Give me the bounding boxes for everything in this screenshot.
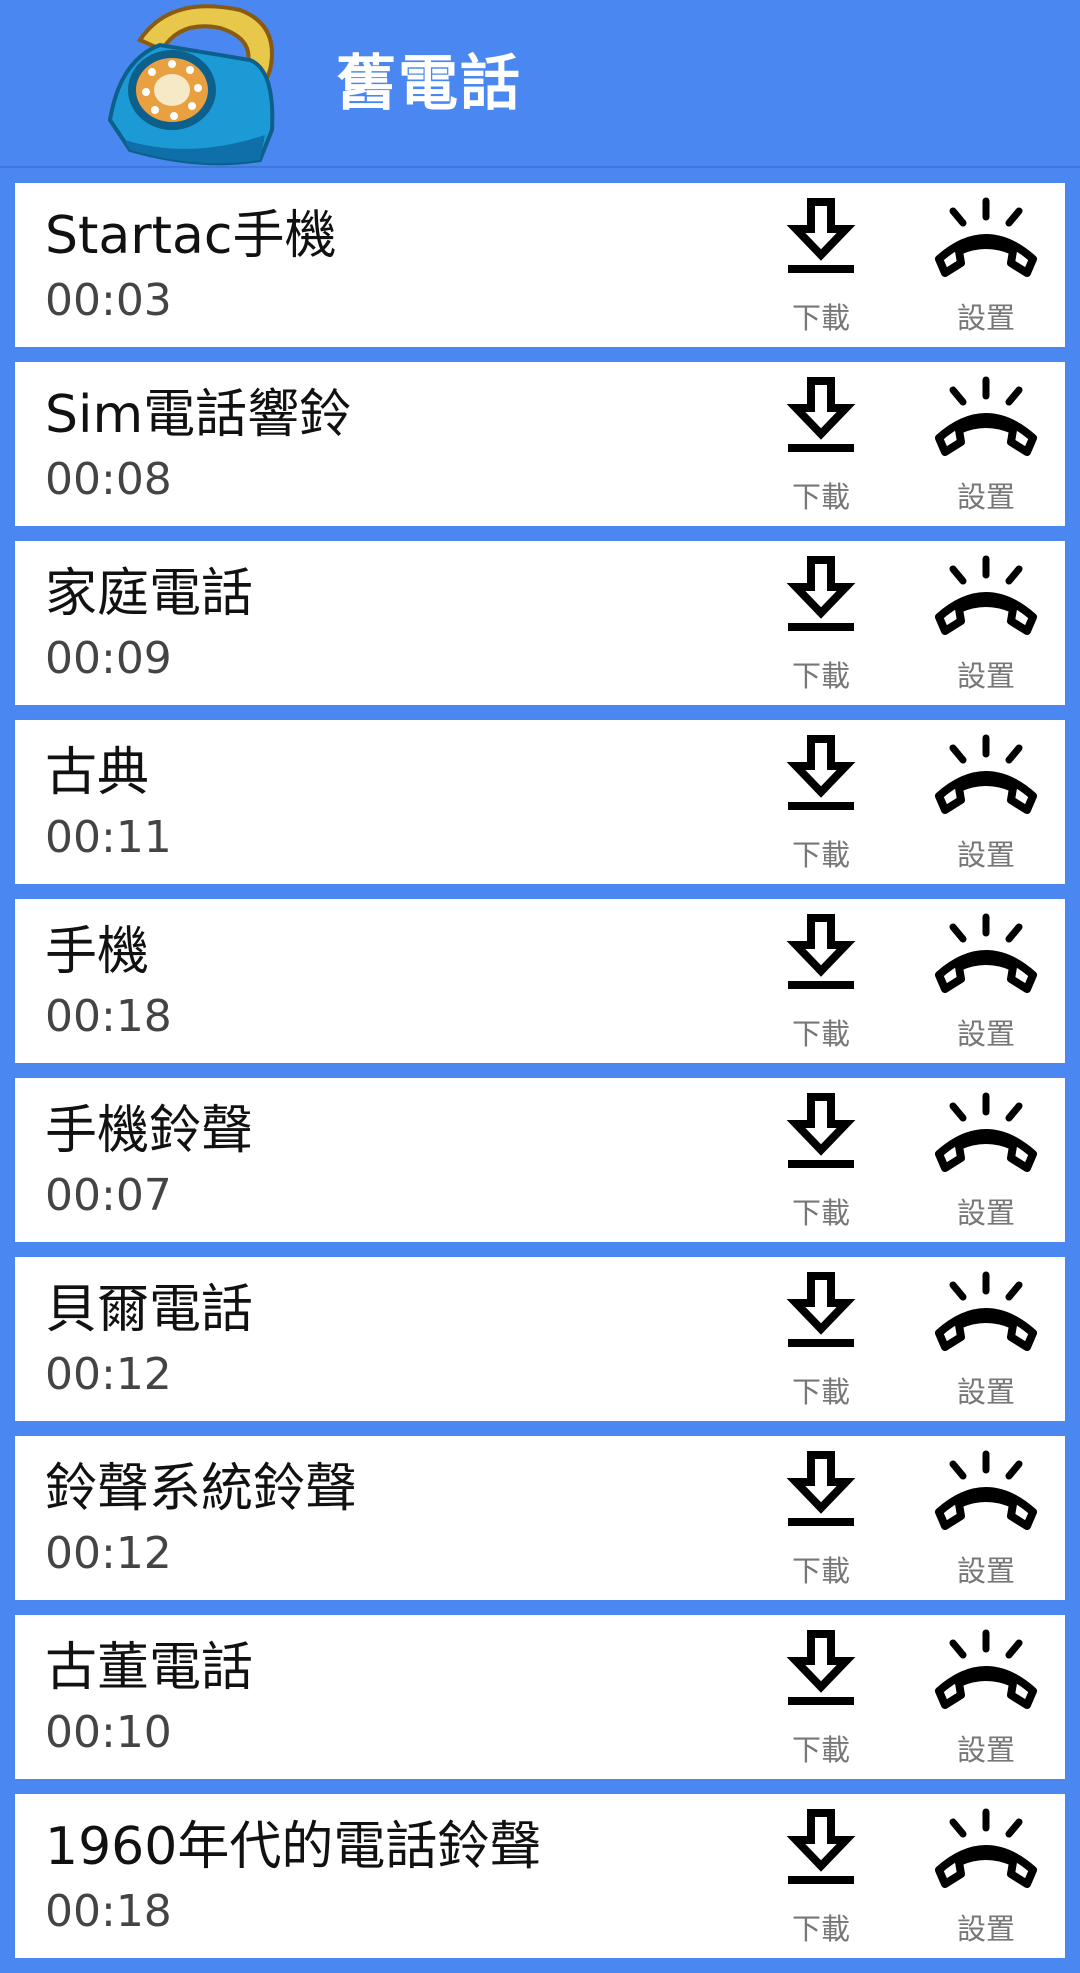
set-label: 設置 — [956, 1733, 1015, 1767]
download-label: 下載 — [791, 1554, 850, 1588]
ringtone-duration: 00:07 — [45, 1170, 172, 1221]
list-item[interactable]: 1960年代的電話鈴聲 00:18 下載 設置 — [15, 1794, 1065, 1958]
set-ringtone-button[interactable]: 設置 — [921, 1078, 1051, 1242]
ringtone-duration: 00:09 — [45, 633, 172, 684]
ringtone-duration: 00:03 — [45, 275, 172, 326]
set-label: 設置 — [956, 1554, 1015, 1588]
list-item[interactable]: 貝爾電話 00:12 下載 設置 — [15, 1257, 1065, 1421]
ringtone-name: 貝爾電話 — [45, 1280, 254, 1340]
list-item[interactable]: 手機鈴聲 00:07 下載 設置 — [15, 1078, 1065, 1242]
set-ringtone-button[interactable]: 設置 — [921, 183, 1051, 347]
download-label: 下載 — [791, 480, 850, 514]
set-label: 設置 — [956, 1196, 1015, 1230]
ringtone-duration: 00:12 — [45, 1349, 172, 1400]
download-icon — [786, 1272, 856, 1347]
set-label: 設置 — [956, 1912, 1015, 1946]
ringing-phone-icon — [935, 734, 1037, 814]
list-item[interactable]: 古董電話 00:10 下載 設置 — [15, 1615, 1065, 1779]
download-icon — [786, 735, 856, 810]
download-button[interactable]: 下載 — [756, 1436, 886, 1600]
set-label: 設置 — [956, 301, 1015, 335]
ringing-phone-icon — [935, 555, 1037, 635]
download-icon — [786, 1093, 856, 1168]
download-button[interactable]: 下載 — [756, 1794, 886, 1958]
set-label: 設置 — [956, 1017, 1015, 1051]
download-label: 下載 — [791, 1912, 850, 1946]
set-ringtone-button[interactable]: 設置 — [921, 1436, 1051, 1600]
ringing-phone-icon — [935, 197, 1037, 277]
set-label: 設置 — [956, 1375, 1015, 1409]
ringtone-name: 1960年代的電話鈴聲 — [45, 1817, 542, 1877]
old-phone-logo-icon — [107, 4, 275, 166]
ringtone-name: Sim電話響鈴 — [45, 385, 352, 445]
page-title: 舊電話 — [336, 49, 522, 119]
download-label: 下載 — [791, 1196, 850, 1230]
set-ringtone-button[interactable]: 設置 — [921, 541, 1051, 705]
ringtone-name: 鈴聲系統鈴聲 — [45, 1459, 358, 1519]
ringtone-duration: 00:18 — [45, 1886, 172, 1937]
list-item[interactable]: 手機 00:18 下載 設置 — [15, 899, 1065, 1063]
download-icon — [786, 1809, 856, 1884]
download-icon — [786, 1630, 856, 1705]
download-button[interactable]: 下載 — [756, 541, 886, 705]
download-button[interactable]: 下載 — [756, 899, 886, 1063]
ringing-phone-icon — [935, 1271, 1037, 1351]
ringing-phone-icon — [935, 1629, 1037, 1709]
download-icon — [786, 1451, 856, 1526]
set-ringtone-button[interactable]: 設置 — [921, 362, 1051, 526]
list-item[interactable]: 家庭電話 00:09 下載 設置 — [15, 541, 1065, 705]
ringing-phone-icon — [935, 1808, 1037, 1888]
download-icon — [786, 914, 856, 989]
ringtone-name: 古典 — [45, 743, 150, 803]
set-ringtone-button[interactable]: 設置 — [921, 899, 1051, 1063]
ringtone-duration: 00:11 — [45, 812, 172, 863]
ringtone-list: Startac手機 00:03 下載 設置 Sim電話響鈴 00:08 下載 設… — [15, 183, 1065, 1973]
download-button[interactable]: 下載 — [756, 1257, 886, 1421]
download-label: 下載 — [791, 838, 850, 872]
download-button[interactable]: 下載 — [756, 183, 886, 347]
set-label: 設置 — [956, 838, 1015, 872]
set-ringtone-button[interactable]: 設置 — [921, 1615, 1051, 1779]
download-button[interactable]: 下載 — [756, 1078, 886, 1242]
ringtone-name: 手機鈴聲 — [45, 1101, 254, 1161]
download-label: 下載 — [791, 1733, 850, 1767]
list-item[interactable]: Sim電話響鈴 00:08 下載 設置 — [15, 362, 1065, 526]
download-icon — [786, 377, 856, 452]
download-button[interactable]: 下載 — [756, 1615, 886, 1779]
ringing-phone-icon — [935, 376, 1037, 456]
set-label: 設置 — [956, 659, 1015, 693]
ringtone-duration: 00:10 — [45, 1707, 172, 1758]
ringtone-name: Startac手機 — [45, 206, 337, 266]
ringtone-duration: 00:12 — [45, 1528, 172, 1579]
ringing-phone-icon — [935, 1450, 1037, 1530]
ringtone-name: 手機 — [45, 922, 150, 982]
set-ringtone-button[interactable]: 設置 — [921, 720, 1051, 884]
download-button[interactable]: 下載 — [756, 362, 886, 526]
set-label: 設置 — [956, 480, 1015, 514]
list-item[interactable]: 鈴聲系統鈴聲 00:12 下載 設置 — [15, 1436, 1065, 1600]
ringtone-duration: 00:08 — [45, 454, 172, 505]
ringtone-duration: 00:18 — [45, 991, 172, 1042]
download-label: 下載 — [791, 301, 850, 335]
download-button[interactable]: 下載 — [756, 720, 886, 884]
list-item[interactable]: Startac手機 00:03 下載 設置 — [15, 183, 1065, 347]
download-label: 下載 — [791, 659, 850, 693]
download-label: 下載 — [791, 1017, 850, 1051]
set-ringtone-button[interactable]: 設置 — [921, 1794, 1051, 1958]
ringing-phone-icon — [935, 913, 1037, 993]
download-label: 下載 — [791, 1375, 850, 1409]
ringtone-name: 古董電話 — [45, 1638, 254, 1698]
list-item[interactable]: 古典 00:11 下載 設置 — [15, 720, 1065, 884]
ringing-phone-icon — [935, 1092, 1037, 1172]
set-ringtone-button[interactable]: 設置 — [921, 1257, 1051, 1421]
download-icon — [786, 198, 856, 273]
download-icon — [786, 556, 856, 631]
app-header: 舊電話 — [0, 0, 1080, 168]
ringtone-name: 家庭電話 — [45, 564, 254, 624]
